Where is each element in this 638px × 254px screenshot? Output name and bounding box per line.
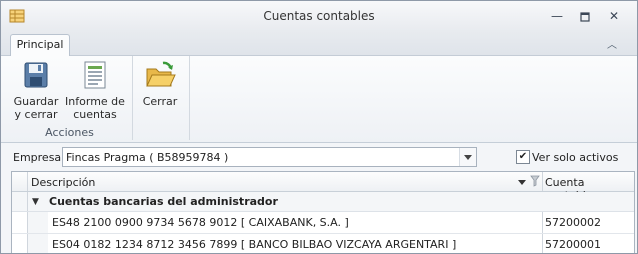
table-row[interactable]: ES48 2100 0900 9734 5678 9012 [ CAIXABAN… [12, 212, 634, 234]
open-folder-icon [146, 61, 176, 87]
cell-descripcion[interactable]: ES04 0182 1234 8712 3456 7899 [ BANCO BI… [52, 238, 456, 251]
window-title: Cuentas contables [263, 9, 375, 23]
cell-cuenta[interactable]: 57200001 [545, 238, 601, 251]
sort-arrow-icon[interactable] [518, 180, 526, 185]
cell-descripcion[interactable]: ES48 2100 0900 9734 5678 9012 [ CAIXABAN… [52, 216, 349, 229]
empresa-combobox[interactable]: Fincas Pragma ( B58959784 ) [62, 147, 477, 167]
active-only-label[interactable]: Ver solo activos [532, 151, 618, 164]
expand-collapse-icon[interactable]: ▼ [32, 197, 39, 207]
filter-icon[interactable] [530, 175, 540, 187]
close-label: Cerrar [142, 95, 178, 108]
cell-separator [542, 234, 543, 253]
row-indicator [12, 234, 28, 253]
group-title: Cuentas bancarias del administrador [49, 195, 278, 208]
minimize-icon[interactable]: — [548, 8, 566, 24]
close-icon[interactable]: ✕ [605, 8, 623, 24]
report-accounts-button[interactable]: Informe de cuentas [65, 59, 125, 121]
ribbon-group-cerrar: Cerrar [133, 56, 190, 140]
grid-header: Descripción Cuenta contable [12, 172, 634, 202]
table-row[interactable]: ES04 0182 1234 8712 3456 7899 [ BANCO BI… [12, 234, 634, 253]
close-button[interactable]: Cerrar [139, 59, 181, 108]
header-separator [542, 172, 543, 191]
active-only-checkbox[interactable]: ✔ [516, 150, 530, 164]
row-indicator [12, 212, 28, 233]
collapse-ribbon-icon[interactable]: ︿ [607, 36, 617, 51]
save-close-button[interactable]: Guardar y cerrar [13, 59, 59, 121]
group-row[interactable]: ▼ Cuentas bancarias del administrador [12, 192, 634, 212]
report-accounts-label: Informe de cuentas [65, 95, 125, 121]
save-icon [24, 62, 48, 88]
title-bar[interactable]: Cuentas contables — ✕ [1, 1, 637, 31]
row-indicator [12, 192, 28, 211]
save-close-label: Guardar y cerrar [13, 95, 59, 121]
restore-icon[interactable] [576, 8, 594, 24]
report-icon [84, 61, 106, 89]
row-indicator-header [12, 172, 28, 191]
cell-separator [542, 212, 543, 233]
group-label-acciones: Acciones [45, 126, 94, 139]
empresa-label: Empresa: [13, 151, 65, 164]
chevron-down-icon[interactable] [459, 148, 476, 166]
accounts-grid: Descripción Cuenta contable ▼ Cuentas ba… [11, 171, 635, 253]
group-indent [28, 212, 48, 233]
cell-cuenta[interactable]: 57200002 [545, 216, 601, 229]
ribbon-tab-strip: Principal ︿ [1, 31, 637, 56]
ribbon-group-acciones: Guardar y cerrar Informe de cuentas Acci… [7, 56, 133, 140]
ribbon-panel: Guardar y cerrar Informe de cuentas Acci… [1, 56, 637, 143]
column-header-descripcion[interactable]: Descripción [31, 176, 95, 189]
group-indent [28, 234, 48, 253]
dialog-window: Cuentas contables — ✕ Principal ︿ Guarda… [0, 0, 638, 254]
tab-principal[interactable]: Principal [10, 34, 70, 56]
empresa-value: Fincas Pragma ( B58959784 ) [66, 151, 229, 164]
